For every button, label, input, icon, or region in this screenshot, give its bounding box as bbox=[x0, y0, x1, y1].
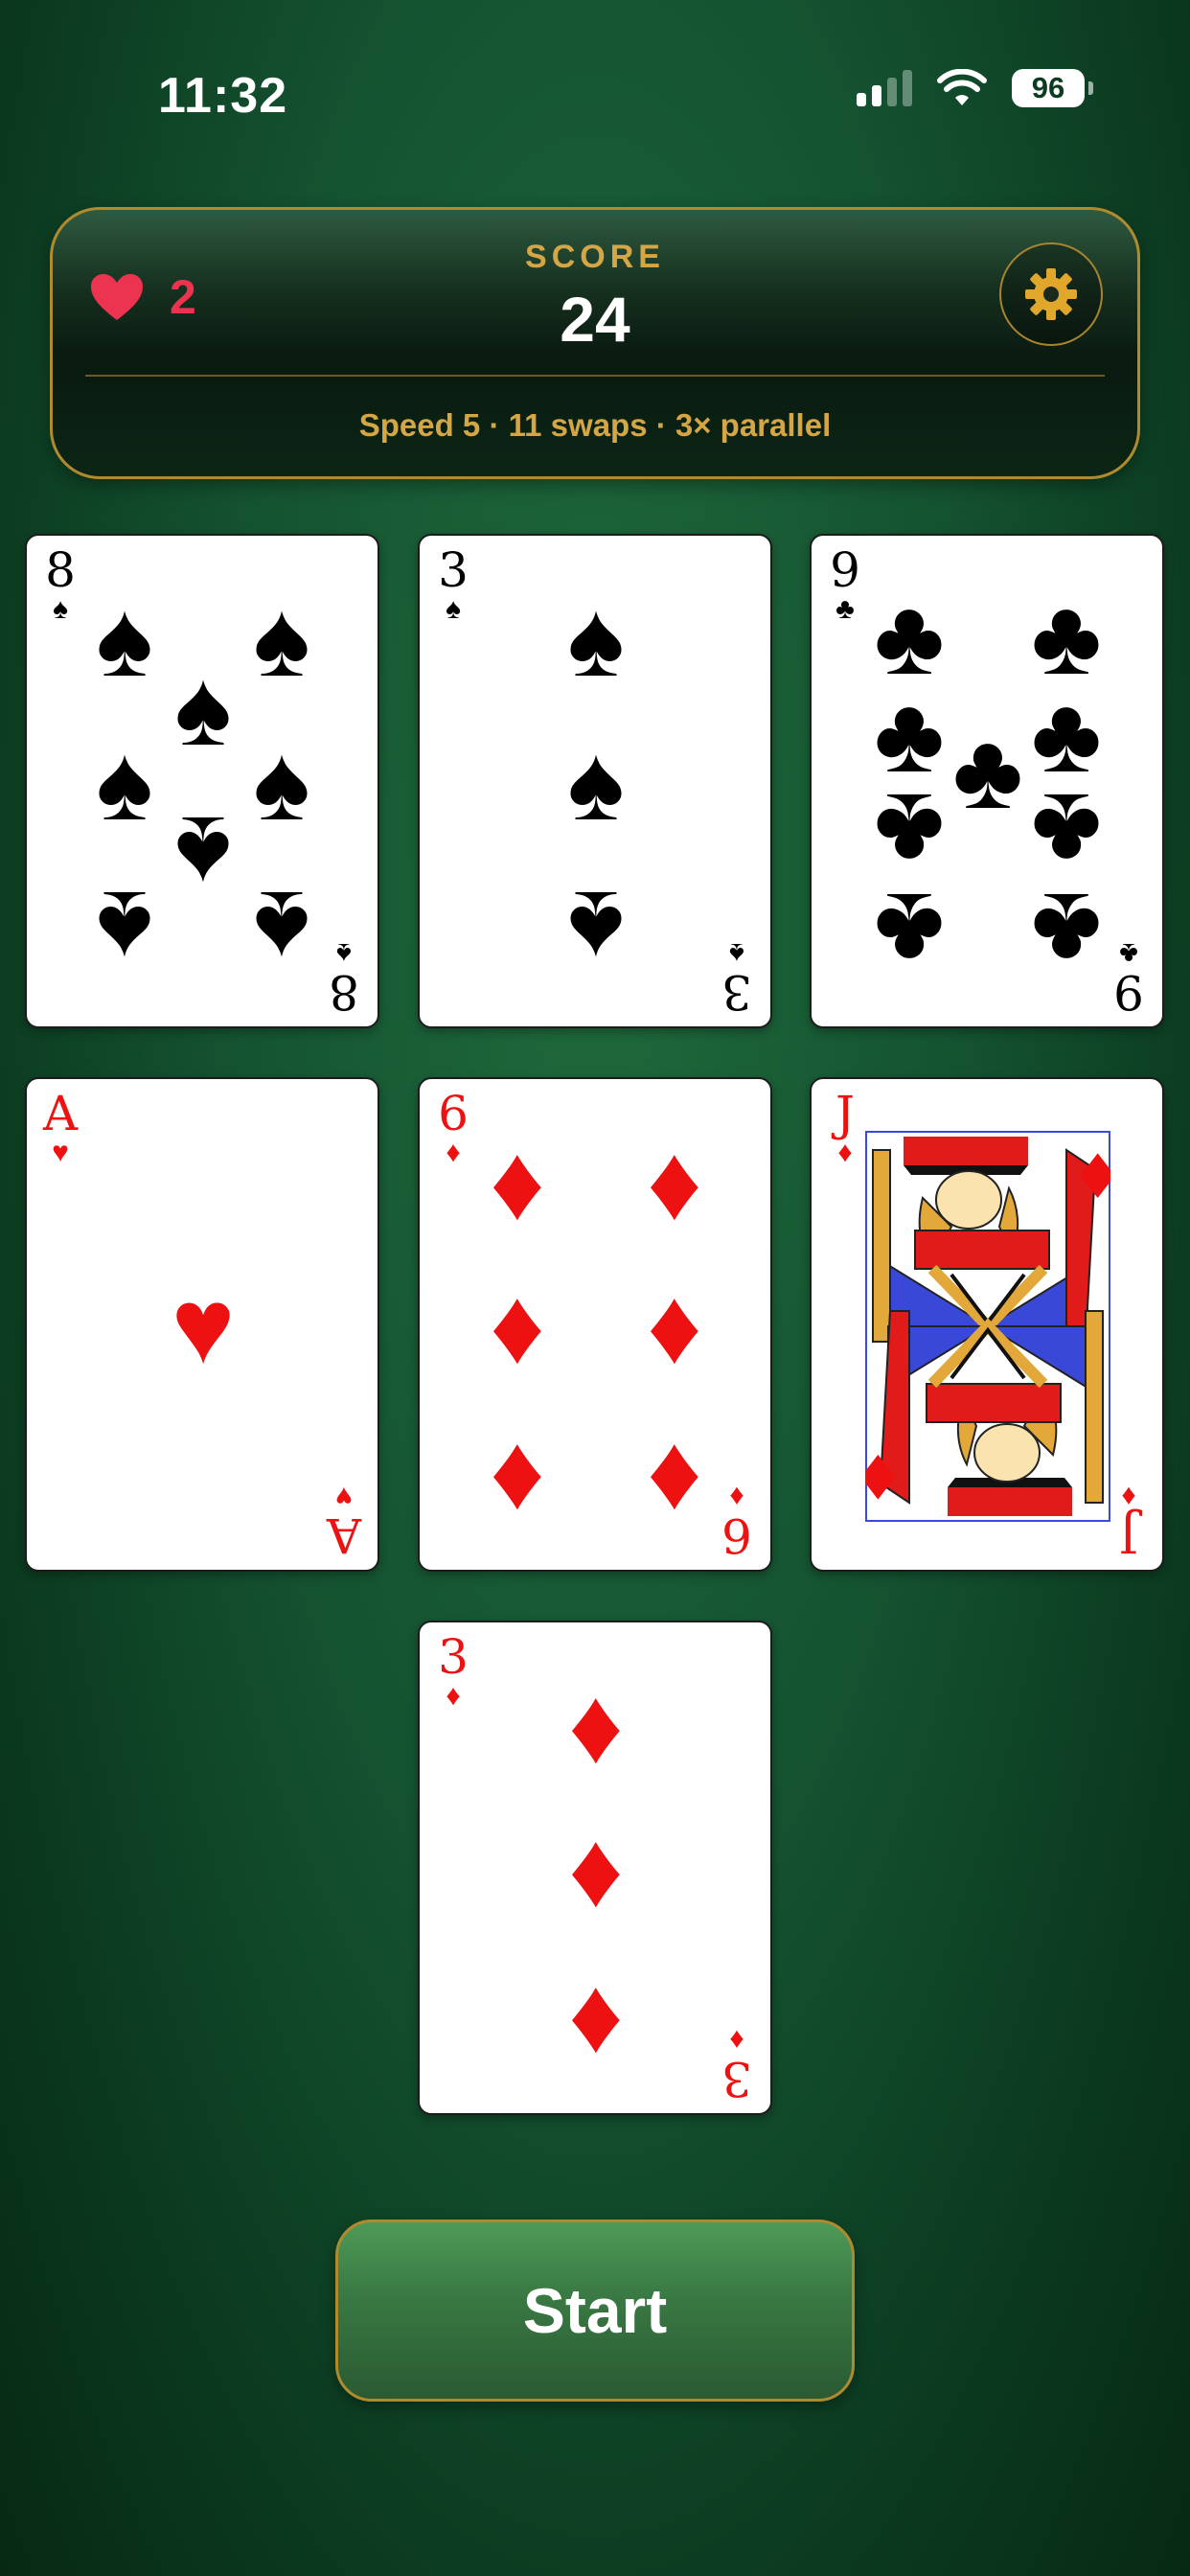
card-rank: J bbox=[835, 1086, 856, 1141]
card-jack-diamonds[interactable]: J♦ J♦ ♦ ♦ bbox=[810, 1077, 1164, 1572]
suit-pip: ♦ bbox=[490, 1412, 545, 1531]
card-suit: ♦ bbox=[1121, 1481, 1136, 1512]
card-corner-bottom: 3 ♦ bbox=[717, 2024, 757, 2106]
suit-pip: ♣ bbox=[874, 871, 945, 991]
card-corner-bottom: 3 ♠ bbox=[717, 937, 757, 1020]
suit-pip: ♠ bbox=[174, 648, 232, 768]
suit-pip: ♠ bbox=[253, 579, 310, 699]
card-corner-bottom: J ♦ bbox=[1109, 1481, 1149, 1563]
suit-pip: ♠ bbox=[253, 869, 310, 989]
svg-text:♦: ♦ bbox=[1070, 1142, 1110, 1213]
card-corner-top: 3 ♦ bbox=[433, 1632, 473, 1711]
suit-pip: ♦ bbox=[647, 1412, 702, 1531]
card-suit: ♠ bbox=[446, 593, 461, 625]
card-rank: 6 bbox=[438, 1086, 469, 1141]
svg-text:♦: ♦ bbox=[865, 1439, 905, 1510]
card-suit: ♠ bbox=[729, 937, 744, 969]
card-suit: ♦ bbox=[729, 2024, 744, 2056]
card-rank: 3 bbox=[721, 964, 752, 1020]
card-corner-top: A ♥ bbox=[40, 1089, 80, 1167]
card-suit: ♣ bbox=[835, 593, 855, 625]
card-rank: 8 bbox=[45, 542, 76, 598]
jack-face-art: ♦ ♦ bbox=[865, 1131, 1110, 1522]
score-value: 24 bbox=[560, 284, 630, 355]
status-time: 11:32 bbox=[158, 68, 288, 124]
card-6-diamonds[interactable]: 6 ♦ 6 ♦ ♦ ♦ ♦ ♦ ♦ ♦ bbox=[418, 1077, 772, 1572]
battery-icon: 96 bbox=[1012, 69, 1093, 107]
suit-pip: ♥ bbox=[171, 1266, 236, 1386]
card-suit: ♦ bbox=[837, 1137, 853, 1168]
card-corner-top: 9 ♣ bbox=[825, 545, 865, 624]
suit-pip: ♦ bbox=[568, 1955, 624, 2075]
card-9-clubs[interactable]: 9 ♣ 9 ♣ ♣ ♣ ♣ ♣ ♣ ♣ ♣ ♣ ♣ bbox=[810, 534, 1164, 1028]
suit-pip: ♦ bbox=[647, 1266, 702, 1386]
card-rank: 9 bbox=[1113, 964, 1144, 1020]
panel-divider bbox=[85, 375, 1105, 377]
card-rank: 6 bbox=[721, 1507, 752, 1563]
suit-pip: ♠ bbox=[96, 579, 153, 699]
card-rank: A bbox=[42, 1086, 79, 1141]
card-suit: ♥ bbox=[52, 1137, 69, 1168]
card-rank: J bbox=[1118, 1507, 1139, 1563]
card-suit: ♦ bbox=[446, 1137, 461, 1168]
card-8-spades[interactable]: 8 ♠ 8 ♠ ♠ ♠ ♠ ♠ ♠ ♠ ♠ ♠ bbox=[25, 534, 379, 1028]
status-icons: 96 bbox=[857, 69, 1093, 107]
card-3-spades[interactable]: 3 ♠ 3 ♠ ♠ ♠ ♠ bbox=[418, 534, 772, 1028]
suit-pip: ♣ bbox=[874, 771, 945, 891]
card-corner-bottom: 6 ♦ bbox=[717, 1481, 757, 1563]
card-suit: ♦ bbox=[729, 1481, 744, 1512]
signal-icon bbox=[857, 70, 912, 106]
card-corner-top: 6 ♦ bbox=[433, 1089, 473, 1167]
card-rank: 3 bbox=[438, 1629, 469, 1685]
card-corner-top: 8 ♠ bbox=[40, 545, 80, 624]
card-corner-top: 3 ♠ bbox=[433, 545, 473, 624]
battery-level: 96 bbox=[1031, 71, 1065, 104]
settings-button[interactable] bbox=[999, 242, 1103, 346]
suit-pip: ♦ bbox=[647, 1122, 702, 1242]
card-rank: 3 bbox=[438, 542, 469, 598]
card-suit: ♥ bbox=[335, 1481, 353, 1512]
suit-pip: ♠ bbox=[174, 794, 232, 914]
score-panel: 2 SCORE 24 Speed 5 · 11 swaps · 3× paral… bbox=[50, 207, 1140, 479]
suit-pip: ♠ bbox=[567, 869, 625, 989]
wifi-icon bbox=[937, 69, 987, 105]
suit-pip: ♣ bbox=[952, 711, 1023, 831]
card-corner-bottom: 8 ♠ bbox=[324, 937, 364, 1020]
card-rank: 3 bbox=[721, 2051, 752, 2106]
card-rank: A bbox=[326, 1507, 362, 1563]
suit-pip: ♦ bbox=[490, 1122, 545, 1242]
suit-pip: ♠ bbox=[96, 869, 153, 989]
card-suit: ♠ bbox=[336, 937, 352, 969]
card-suit: ♠ bbox=[53, 593, 68, 625]
suit-pip: ♠ bbox=[96, 723, 153, 842]
card-suit: ♣ bbox=[1119, 937, 1138, 969]
card-3-diamonds[interactable]: 3 ♦ 3 ♦ ♦ ♦ ♦ bbox=[418, 1621, 772, 2115]
suit-pip: ♦ bbox=[568, 1809, 624, 1929]
card-corner-bottom: 9 ♣ bbox=[1109, 937, 1149, 1020]
game-info: Speed 5 · 11 swaps · 3× parallel bbox=[358, 407, 832, 443]
suit-pip: ♦ bbox=[490, 1266, 545, 1386]
start-button[interactable]: Start bbox=[335, 2220, 855, 2402]
card-ace-hearts[interactable]: A ♥ A ♥ ♥ bbox=[25, 1077, 379, 1572]
card-rank: 8 bbox=[329, 964, 359, 1020]
score-label: SCORE bbox=[525, 239, 665, 275]
card-corner-bottom: A ♥ bbox=[324, 1481, 364, 1563]
card-corner-top: J ♦ bbox=[825, 1089, 865, 1167]
card-rank: 9 bbox=[830, 542, 860, 598]
suit-pip: ♠ bbox=[567, 723, 625, 842]
card-suit: ♦ bbox=[446, 1680, 461, 1712]
gear-icon bbox=[1025, 268, 1077, 320]
suit-pip: ♣ bbox=[1031, 871, 1102, 991]
suit-pip: ♠ bbox=[253, 723, 310, 842]
suit-pip: ♣ bbox=[1031, 771, 1102, 891]
suit-pip: ♦ bbox=[568, 1666, 624, 1785]
suit-pip: ♠ bbox=[567, 579, 625, 699]
